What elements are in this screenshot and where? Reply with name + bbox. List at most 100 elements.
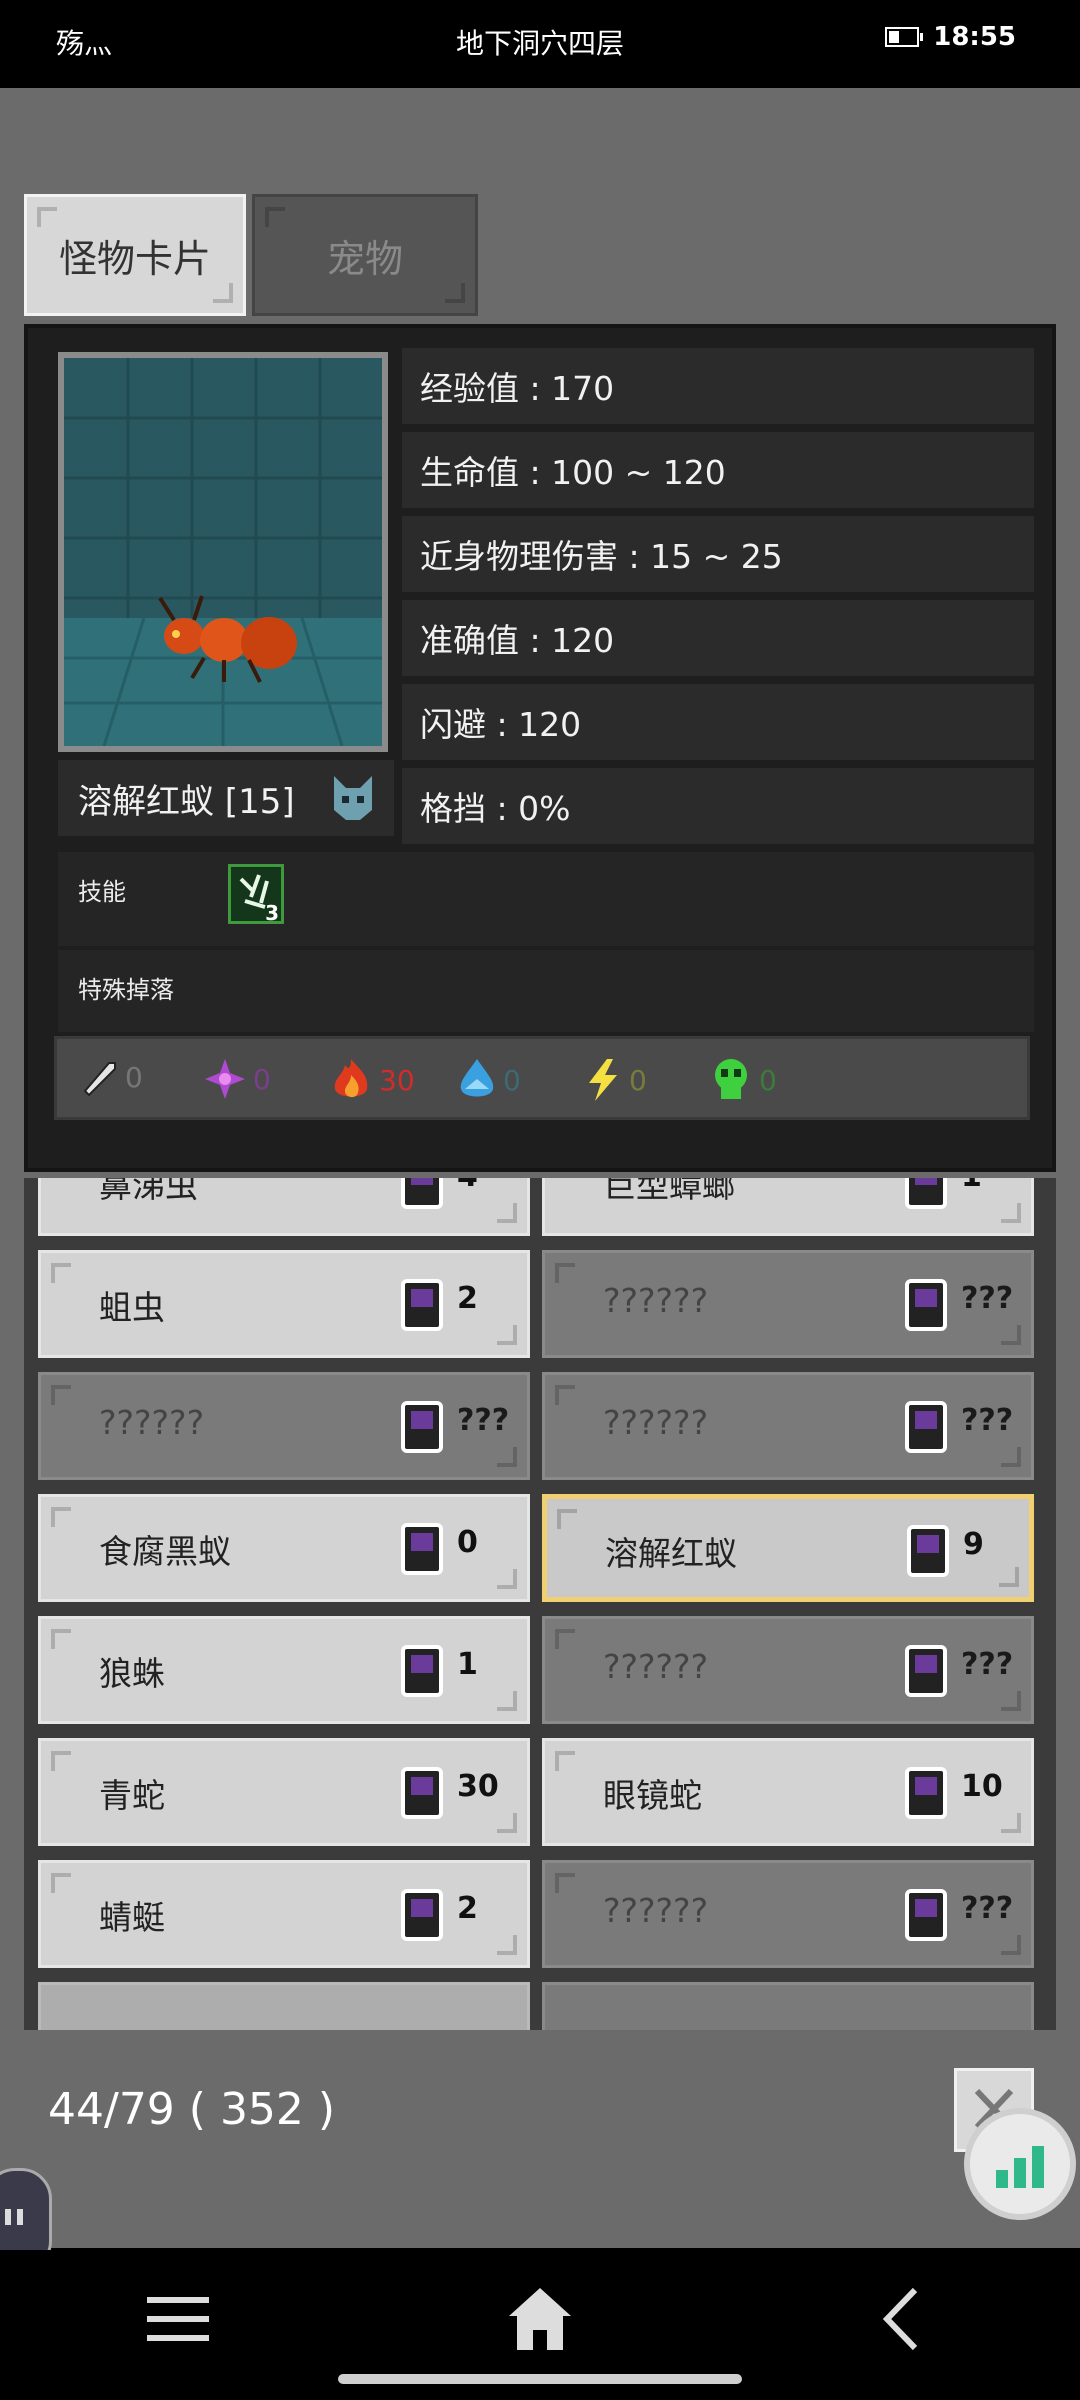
monster-card-count: ??? <box>961 1403 1014 1438</box>
corner-decoration <box>555 1385 575 1405</box>
monster-card[interactable]: 蜻蜓 2 <box>38 1860 530 1968</box>
corner-decoration <box>37 207 57 227</box>
monster-name: 溶解红蚁 [15] <box>78 781 295 822</box>
monster-card-count: 0 <box>457 1525 478 1560</box>
game-screen: 怪物卡片 宠物 经验值: 170 生命值: 100 ~ 120 近身物理伤害… <box>0 88 1080 2272</box>
monster-card-selected[interactable]: 溶解红蚁 9 <box>542 1494 1034 1602</box>
monster-card-unknown[interactable]: ?????? ??? <box>542 1372 1034 1480</box>
corner-decoration <box>497 1813 517 1833</box>
monster-card-name: ?????? <box>603 1403 709 1442</box>
system-nav-bar <box>0 2250 1080 2400</box>
monster-card[interactable]: 蛆虫 2 <box>38 1250 530 1358</box>
home-button[interactable] <box>490 2274 590 2364</box>
monster-card-count: ??? <box>961 1281 1014 1316</box>
monster-list[interactable]: 鼻涕虫 4 巨型蟑螂 1 蛆虫 2 ?????? ??? <box>24 1178 1056 2030</box>
corner-decoration <box>51 1263 71 1283</box>
card-book-icon <box>905 1178 947 1209</box>
physical-icon <box>83 1062 116 1097</box>
monster-card-count: 10 <box>961 1769 1003 1804</box>
resistance-magic: 0 <box>203 1057 271 1101</box>
monster-card-name: ?????? <box>603 1281 709 1320</box>
resistance-physical: 0 <box>79 1057 143 1097</box>
monster-card-count: 1 <box>961 1178 982 1194</box>
monster-card-unknown[interactable]: ?????? ??? <box>542 1860 1034 1968</box>
monster-portrait <box>58 352 388 752</box>
monster-card-count: 4 <box>457 1178 478 1194</box>
monster-card-count: 2 <box>457 1281 478 1316</box>
collection-counter: 44/79 ( 352 ) <box>48 2084 336 2135</box>
monster-card-name: ?????? <box>603 1891 709 1930</box>
skill-slot[interactable]: 3 <box>228 864 284 925</box>
corner-decoration <box>497 1569 517 1589</box>
lightning-icon <box>589 1059 617 1101</box>
card-book-icon <box>905 1889 947 1941</box>
corner-decoration <box>497 1447 517 1467</box>
stat-melee-damage: 近身物理伤害 : 15 ~ 25 <box>402 516 1034 592</box>
monster-card-count: ??? <box>961 1891 1014 1926</box>
monster-card-name: 鼻涕虫 <box>99 1178 198 1205</box>
resistance-water: 0 <box>457 1057 521 1103</box>
special-drop-label: 特殊掉落 <box>78 976 174 1004</box>
resistance-value: 0 <box>759 1063 777 1097</box>
tab-monster-cards-label: 怪物卡片 <box>58 236 211 281</box>
monster-card[interactable]: 巨型蟑螂 1 <box>542 1178 1034 1236</box>
menu-button[interactable] <box>128 2274 228 2364</box>
monster-card-name: 蛆虫 <box>99 1288 165 1327</box>
resistance-lightning: 0 <box>583 1057 647 1103</box>
menu-icon <box>147 2297 209 2341</box>
corner-decoration <box>497 1691 517 1711</box>
monster-card-name: 青蛇 <box>99 1776 165 1815</box>
monster-card-name: 蜻蜓 <box>99 1898 165 1937</box>
card-book-icon <box>905 1279 947 1331</box>
monster-card-name: 眼镜蛇 <box>603 1776 702 1815</box>
monster-card-count: ??? <box>961 1647 1014 1682</box>
corner-decoration <box>497 1935 517 1955</box>
card-book-icon <box>401 1889 443 1941</box>
monster-card-count: 9 <box>963 1527 984 1562</box>
gesture-pill[interactable] <box>338 2374 742 2384</box>
monster-card-name: 溶解红蚁 <box>605 1534 737 1573</box>
monster-card[interactable]: 鼻涕虫 4 <box>38 1178 530 1236</box>
corner-decoration <box>557 1509 577 1529</box>
corner-decoration <box>555 1873 575 1893</box>
card-book-icon <box>401 1767 443 1819</box>
monster-card-count: 2 <box>457 1891 478 1926</box>
resistance-value: 0 <box>253 1062 271 1096</box>
monster-card-peek[interactable] <box>38 1982 530 2030</box>
poison-icon <box>715 1059 747 1099</box>
monster-detail-panel: 经验值 : 170 生命值 : 100 ~ 120 近身物理伤害 : 15 ~ … <box>24 324 1056 1172</box>
corner-decoration <box>51 1507 71 1527</box>
monster-card[interactable]: 青蛇 30 <box>38 1738 530 1846</box>
corner-decoration <box>999 1567 1019 1587</box>
floating-stats-button[interactable] <box>964 2108 1076 2220</box>
corner-decoration <box>1001 1325 1021 1345</box>
monster-card-unknown[interactable]: ?????? ??? <box>38 1372 530 1480</box>
monster-card-unknown[interactable]: ?????? ??? <box>542 1616 1034 1724</box>
monster-card[interactable]: 食腐黑蚁 0 <box>38 1494 530 1602</box>
monster-card-unknown[interactable]: ?????? ??? <box>542 1250 1034 1358</box>
corner-decoration <box>1001 1935 1021 1955</box>
corner-decoration <box>51 1629 71 1649</box>
monster-card-name: ?????? <box>99 1403 205 1442</box>
status-bar: 殇灬 地下洞穴四层 18:55 <box>0 0 1080 80</box>
corner-decoration <box>1001 1203 1021 1223</box>
red-ant-sprite-icon <box>64 358 382 746</box>
stat-experience: 经验值 : 170 <box>402 348 1034 424</box>
monster-card-peek[interactable] <box>542 1982 1034 2030</box>
monster-card[interactable]: 眼镜蛇 10 <box>542 1738 1034 1846</box>
resistance-value: 30 <box>379 1063 415 1097</box>
corner-decoration <box>1001 1691 1021 1711</box>
resistance-value: 0 <box>125 1060 143 1094</box>
monster-card[interactable]: 狼蛛 1 <box>38 1616 530 1724</box>
back-button[interactable] <box>852 2274 952 2364</box>
tab-monster-cards[interactable]: 怪物卡片 <box>24 194 246 316</box>
clock: 18:55 <box>933 22 1016 52</box>
monster-card-name: 食腐黑蚁 <box>99 1532 231 1571</box>
corner-decoration <box>51 1751 71 1771</box>
tab-pets[interactable]: 宠物 <box>252 194 478 316</box>
cat-pet-icon[interactable] <box>330 774 376 822</box>
magic-icon <box>205 1059 245 1099</box>
monster-card-name: ?????? <box>603 1647 709 1686</box>
corner-decoration <box>555 1629 575 1649</box>
corner-decoration <box>445 283 465 303</box>
